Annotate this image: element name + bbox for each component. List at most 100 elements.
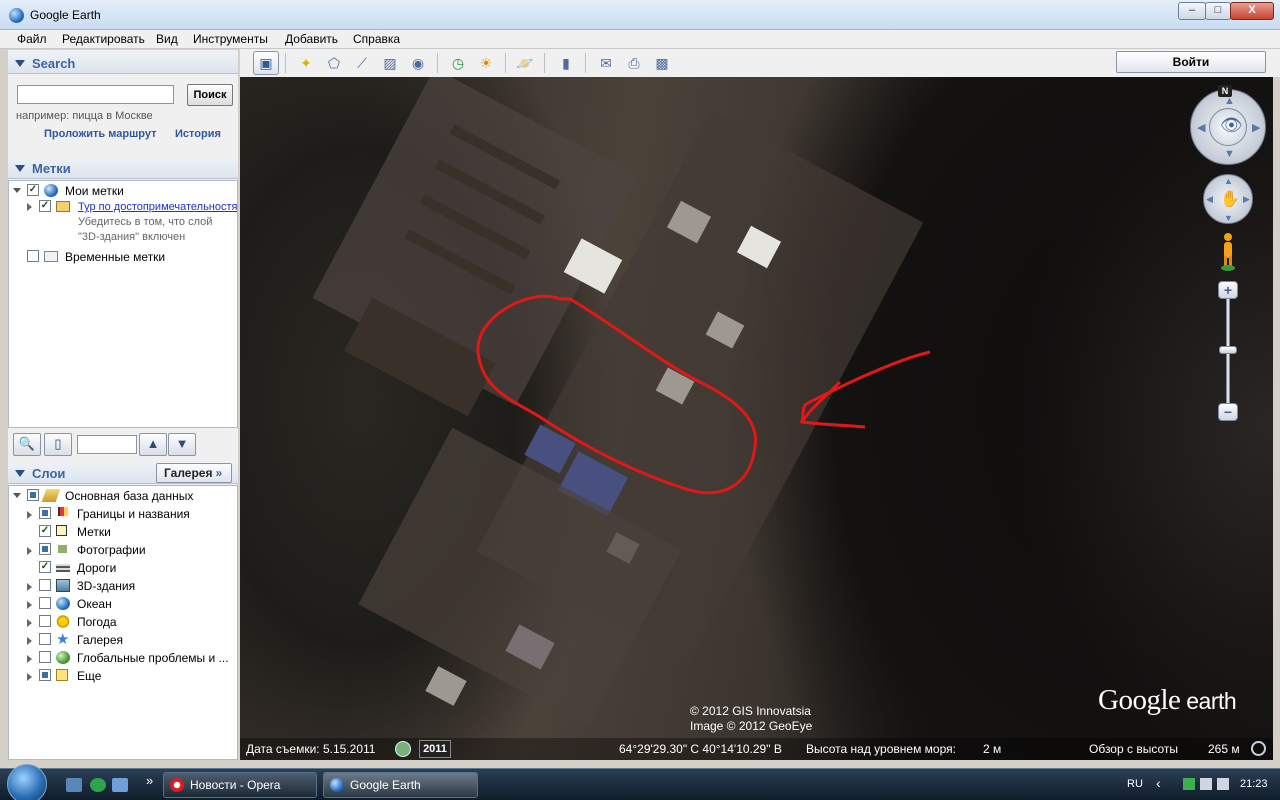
utorrent-icon[interactable] xyxy=(90,778,106,792)
add-overlay-button[interactable]: ▨ xyxy=(377,51,403,75)
layer-label[interactable]: Глобальные проблемы и ... xyxy=(77,651,229,665)
checkbox[interactable] xyxy=(39,543,51,555)
checkbox[interactable] xyxy=(39,615,51,627)
start-button[interactable] xyxy=(7,764,47,800)
tour-link[interactable]: Тур по достопримечательностям xyxy=(78,201,237,213)
north-indicator[interactable]: N xyxy=(1218,85,1232,97)
pegman-icon[interactable] xyxy=(1219,232,1237,272)
layer-label[interactable]: 3D-здания xyxy=(77,579,135,593)
expand-arrow-icon[interactable] xyxy=(13,493,21,498)
menu-file[interactable]: Файл xyxy=(17,32,47,46)
expand-arrow-icon[interactable] xyxy=(27,203,32,211)
checkbox[interactable] xyxy=(27,250,39,262)
move-down-button[interactable]: ▼ xyxy=(168,433,196,456)
history-link[interactable]: История xyxy=(175,128,221,140)
checkbox[interactable] xyxy=(39,579,51,591)
arrow-down-icon[interactable]: ▼ xyxy=(1224,148,1235,160)
layer-label[interactable]: Погода xyxy=(77,615,117,629)
layer-label[interactable]: Океан xyxy=(77,597,112,611)
temporary-places-label[interactable]: Временные метки xyxy=(65,250,165,264)
checkbox[interactable] xyxy=(39,669,51,681)
expand-arrow-icon[interactable] xyxy=(27,619,32,627)
email-button[interactable]: ✉ xyxy=(593,51,619,75)
route-link[interactable]: Проложить маршрут xyxy=(44,128,156,140)
arrow-up-icon[interactable]: ▲ xyxy=(1224,176,1233,186)
expand-arrow-icon[interactable] xyxy=(27,655,32,663)
expand-arrow-icon[interactable] xyxy=(27,547,32,555)
tray-expand-arrow[interactable]: ‹ xyxy=(1156,775,1161,791)
expand-arrow-icon[interactable] xyxy=(27,673,32,681)
checkbox[interactable] xyxy=(39,651,51,663)
layer-label[interactable]: Границы и названия xyxy=(77,507,190,521)
expand-arrow-icon[interactable] xyxy=(27,637,32,645)
move-joystick[interactable]: ✋ ▲ ▼ ◀ ▶ xyxy=(1203,174,1253,224)
add-placemark-button[interactable]: ✦ xyxy=(293,51,319,75)
expand-arrow-icon[interactable] xyxy=(13,188,21,193)
expand-arrow-icon[interactable] xyxy=(27,601,32,609)
search-places-button[interactable]: 🔍 xyxy=(13,433,41,456)
my-places-label[interactable]: Мои метки xyxy=(65,184,124,198)
checkbox[interactable]: ✓ xyxy=(39,200,51,212)
task-opera[interactable]: Новости - Opera xyxy=(163,772,317,798)
print-button[interactable]: ⎙ xyxy=(621,51,647,75)
save-image-button[interactable]: ▩ xyxy=(649,51,675,75)
checkbox[interactable] xyxy=(39,507,51,519)
sidebar-toggle-button[interactable]: ▣ xyxy=(253,51,279,75)
arrow-left-icon[interactable]: ◀ xyxy=(1206,194,1213,205)
arrow-right-icon[interactable]: ▶ xyxy=(1243,194,1250,205)
arrow-down-icon[interactable]: ▼ xyxy=(1224,213,1233,223)
menu-help[interactable]: Справка xyxy=(353,32,400,46)
imagery-year-button[interactable]: 2011 xyxy=(419,740,451,758)
add-polygon-button[interactable]: ⬠ xyxy=(321,51,347,75)
ruler-button[interactable]: ▮ xyxy=(553,51,579,75)
task-google-earth[interactable]: Google Earth xyxy=(323,772,478,798)
zoom-in-button[interactable]: + xyxy=(1218,281,1238,299)
zoom-out-button[interactable]: − xyxy=(1218,403,1238,421)
search-input[interactable] xyxy=(17,85,174,104)
language-indicator[interactable]: RU xyxy=(1127,778,1143,790)
search-button[interactable]: Поиск xyxy=(187,84,233,106)
layer-label[interactable]: Галерея xyxy=(77,633,123,647)
network-icon[interactable] xyxy=(1200,778,1212,790)
expand-arrow-icon[interactable] xyxy=(27,583,32,591)
minimize-button[interactable]: – xyxy=(1178,2,1206,20)
sign-in-button[interactable]: Войти xyxy=(1116,51,1266,73)
checkbox[interactable] xyxy=(27,489,39,501)
switch-planet-button[interactable]: 🪐 xyxy=(512,51,538,75)
menu-tools[interactable]: Инструменты xyxy=(193,32,268,46)
checkbox[interactable] xyxy=(39,597,51,609)
tray-app-icon[interactable] xyxy=(1183,778,1195,790)
panel-toggle-button[interactable]: ▯ xyxy=(44,433,72,456)
add-path-button[interactable]: ⟋ xyxy=(349,51,375,75)
volume-icon[interactable] xyxy=(1217,778,1229,790)
zoom-slider-handle[interactable] xyxy=(1219,346,1237,354)
places-filter-input[interactable] xyxy=(77,435,137,454)
arrow-right-icon[interactable]: ▶ xyxy=(1252,121,1260,134)
layer-label[interactable]: Фотографии xyxy=(77,543,146,557)
checkbox[interactable]: ✓ xyxy=(27,184,39,196)
move-up-button[interactable]: ▲ xyxy=(139,433,167,456)
search-panel-header[interactable]: Search xyxy=(8,52,238,74)
look-compass[interactable]: 👁 ▲ ▼ ◀ ▶ xyxy=(1190,89,1266,165)
arrow-left-icon[interactable]: ◀ xyxy=(1197,121,1205,134)
record-tour-button[interactable]: ◉ xyxy=(405,51,431,75)
checkbox[interactable]: ✓ xyxy=(39,525,51,537)
close-button[interactable]: X xyxy=(1230,2,1274,20)
layer-label[interactable]: Еще xyxy=(77,669,101,683)
layer-label[interactable]: Дороги xyxy=(77,561,116,575)
menu-add[interactable]: Добавить xyxy=(285,32,338,46)
sunlight-button[interactable]: ☀ xyxy=(473,51,499,75)
historical-imagery-button[interactable]: ◷ xyxy=(445,51,471,75)
gallery-button[interactable]: Галерея» xyxy=(156,463,232,483)
maximize-button[interactable]: □ xyxy=(1205,2,1231,20)
layer-label[interactable]: Метки xyxy=(77,525,111,539)
historical-clock-icon[interactable] xyxy=(395,741,411,757)
checkbox[interactable] xyxy=(39,633,51,645)
layer-label[interactable]: Основная база данных xyxy=(65,489,193,503)
places-panel-header[interactable]: Метки xyxy=(8,157,238,179)
checkbox[interactable]: ✓ xyxy=(39,561,51,573)
menu-edit[interactable]: Редактировать xyxy=(62,32,145,46)
show-desktop-icon[interactable] xyxy=(66,778,82,792)
switch-windows-icon[interactable] xyxy=(112,778,128,792)
quicklaunch-more[interactable]: » xyxy=(146,773,153,788)
